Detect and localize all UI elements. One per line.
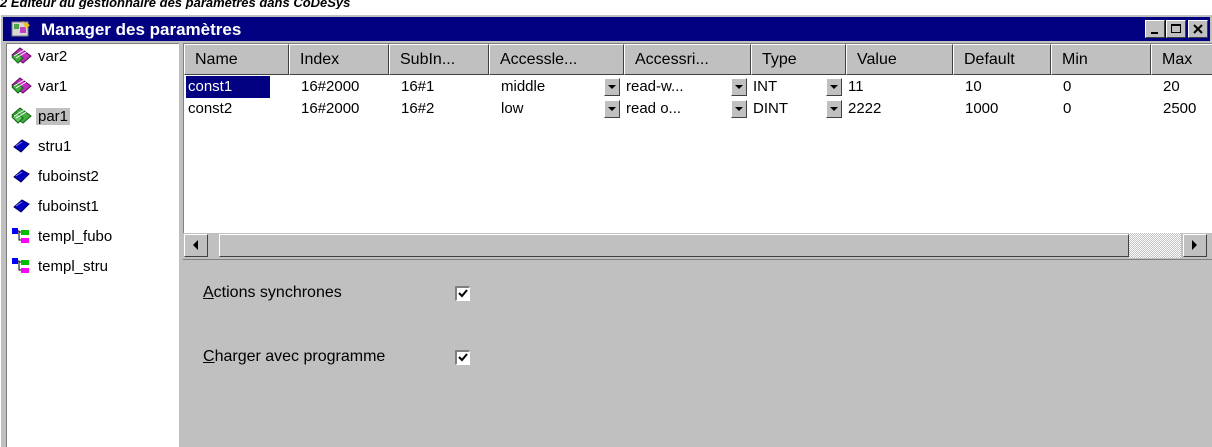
green-list-icon bbox=[11, 106, 35, 126]
checkmark-icon bbox=[458, 353, 468, 362]
window-title: Manager des paramètres bbox=[41, 20, 242, 39]
dropdown-arrow-icon[interactable] bbox=[604, 78, 620, 96]
column-header-value[interactable]: Value bbox=[846, 44, 953, 75]
column-header-name[interactable]: Name bbox=[184, 44, 289, 75]
cell-index: 16#2000 bbox=[301, 100, 360, 117]
cell-min: 0 bbox=[1063, 78, 1072, 95]
tree-item-label: var2 bbox=[38, 47, 68, 65]
scroll-thumb[interactable] bbox=[219, 234, 1129, 257]
cell-subindex: 16#2 bbox=[401, 100, 435, 117]
scroll-track[interactable] bbox=[1129, 233, 1181, 258]
cell-default: 1000 bbox=[965, 100, 999, 117]
tree-item-fuboinst1[interactable]: fuboinst1 bbox=[7, 194, 101, 218]
cell-max: 20 bbox=[1163, 78, 1180, 95]
tree-item-label: stru1 bbox=[38, 137, 72, 155]
cell-access-level[interactable]: low bbox=[499, 98, 606, 120]
cell-access-level[interactable]: middle bbox=[499, 76, 606, 98]
cell-default: 10 bbox=[965, 78, 982, 95]
parameter-manager-window: Manager des paramètres var2 var1 par1 stru1… bbox=[0, 14, 1212, 447]
tree-item-par1[interactable]: par1 bbox=[7, 104, 71, 128]
parameter-grid[interactable]: Name Index SubIn... Accessle... Accessri... T… bbox=[183, 43, 1212, 238]
cell-access-right[interactable]: read o... bbox=[624, 98, 723, 120]
cell-value: 2222 bbox=[848, 100, 882, 117]
cell-min: 0 bbox=[1063, 100, 1072, 117]
template-icon bbox=[11, 226, 35, 246]
blue-diamond-icon bbox=[11, 196, 35, 216]
sync-actions-label: Actions synchrones bbox=[203, 284, 342, 301]
dropdown-arrow-icon[interactable] bbox=[604, 100, 620, 118]
cell-type[interactable]: INT bbox=[751, 76, 818, 98]
cell-access-right[interactable]: read-w... bbox=[624, 76, 723, 98]
figure-caption: 2 Editeur du gestionnaire des paramètres… bbox=[0, 0, 351, 9]
cell-subindex: 16#1 bbox=[401, 78, 435, 95]
tree-item-var1[interactable]: var1 bbox=[7, 74, 69, 98]
tree-item-var2[interactable]: var2 bbox=[7, 44, 69, 68]
dropdown-arrow-icon[interactable] bbox=[826, 100, 842, 118]
title-bar[interactable]: Manager des paramètres bbox=[3, 17, 1210, 41]
column-header-access-right[interactable]: Accessri... bbox=[624, 44, 751, 75]
column-header-access-level[interactable]: Accessle... bbox=[489, 44, 624, 75]
green-purple-list-icon bbox=[11, 76, 35, 96]
tree-item-label: fuboinst1 bbox=[38, 197, 99, 215]
green-purple-list-icon bbox=[11, 46, 35, 66]
cell-type[interactable]: DINT bbox=[751, 98, 818, 120]
tree-item-templ_fubo[interactable]: templ_fubo bbox=[7, 224, 114, 248]
tree-item-label: fuboinst2 bbox=[38, 167, 99, 185]
horizontal-scrollbar[interactable] bbox=[183, 233, 1212, 258]
dropdown-arrow-icon[interactable] bbox=[731, 100, 747, 118]
sync-actions-checkbox[interactable] bbox=[455, 286, 470, 301]
tree-item-label: par1 bbox=[36, 107, 71, 125]
minimize-button[interactable] bbox=[1145, 20, 1165, 38]
parameter-list-tree[interactable]: var2 var1 par1 stru1 fuboinst2 fuboinst1 templ… bbox=[6, 43, 179, 447]
scroll-left-button[interactable] bbox=[184, 234, 208, 257]
tree-item-label: var1 bbox=[38, 77, 68, 95]
column-header-type[interactable]: Type bbox=[751, 44, 846, 75]
column-header-subindex[interactable]: SubIn... bbox=[389, 44, 489, 75]
checkmark-icon bbox=[458, 289, 468, 298]
arrow-right-icon bbox=[1192, 240, 1197, 250]
column-header-default[interactable]: Default bbox=[953, 44, 1051, 75]
column-header-max[interactable]: Max bbox=[1151, 44, 1212, 75]
blue-diamond-icon bbox=[11, 136, 35, 156]
tree-item-label: templ_stru bbox=[38, 257, 109, 275]
close-icon bbox=[1193, 24, 1203, 34]
dropdown-arrow-icon[interactable] bbox=[826, 78, 842, 96]
cell-name: const2 bbox=[188, 100, 233, 117]
load-with-program-checkbox[interactable] bbox=[455, 350, 470, 365]
arrow-left-icon bbox=[193, 240, 198, 250]
maximize-icon bbox=[1171, 24, 1181, 33]
column-header-min[interactable]: Min bbox=[1051, 44, 1151, 75]
cell-value: 11 bbox=[848, 78, 864, 95]
column-header-index[interactable]: Index bbox=[289, 44, 389, 75]
tree-item-stru1[interactable]: stru1 bbox=[7, 134, 73, 158]
minimize-icon bbox=[1151, 32, 1158, 34]
cell-name: const1 bbox=[186, 76, 270, 98]
cell-max: 2500 bbox=[1163, 100, 1197, 117]
cell-index: 16#2000 bbox=[301, 78, 360, 95]
scroll-right-button[interactable] bbox=[1183, 234, 1207, 257]
load-with-program-label: Charger avec programme bbox=[203, 348, 386, 365]
tree-item-label: templ_fubo bbox=[38, 227, 113, 245]
tree-item-fuboinst2[interactable]: fuboinst2 bbox=[7, 164, 101, 188]
template-icon bbox=[11, 256, 35, 276]
tree-item-templ_stru[interactable]: templ_stru bbox=[7, 254, 110, 278]
close-button[interactable] bbox=[1188, 20, 1208, 38]
parameter-manager-icon bbox=[11, 20, 31, 38]
blue-diamond-icon bbox=[11, 166, 35, 186]
dropdown-arrow-icon[interactable] bbox=[731, 78, 747, 96]
properties-panel: Actions synchrones Charger avec programm… bbox=[183, 259, 1212, 447]
maximize-button[interactable] bbox=[1166, 20, 1186, 38]
